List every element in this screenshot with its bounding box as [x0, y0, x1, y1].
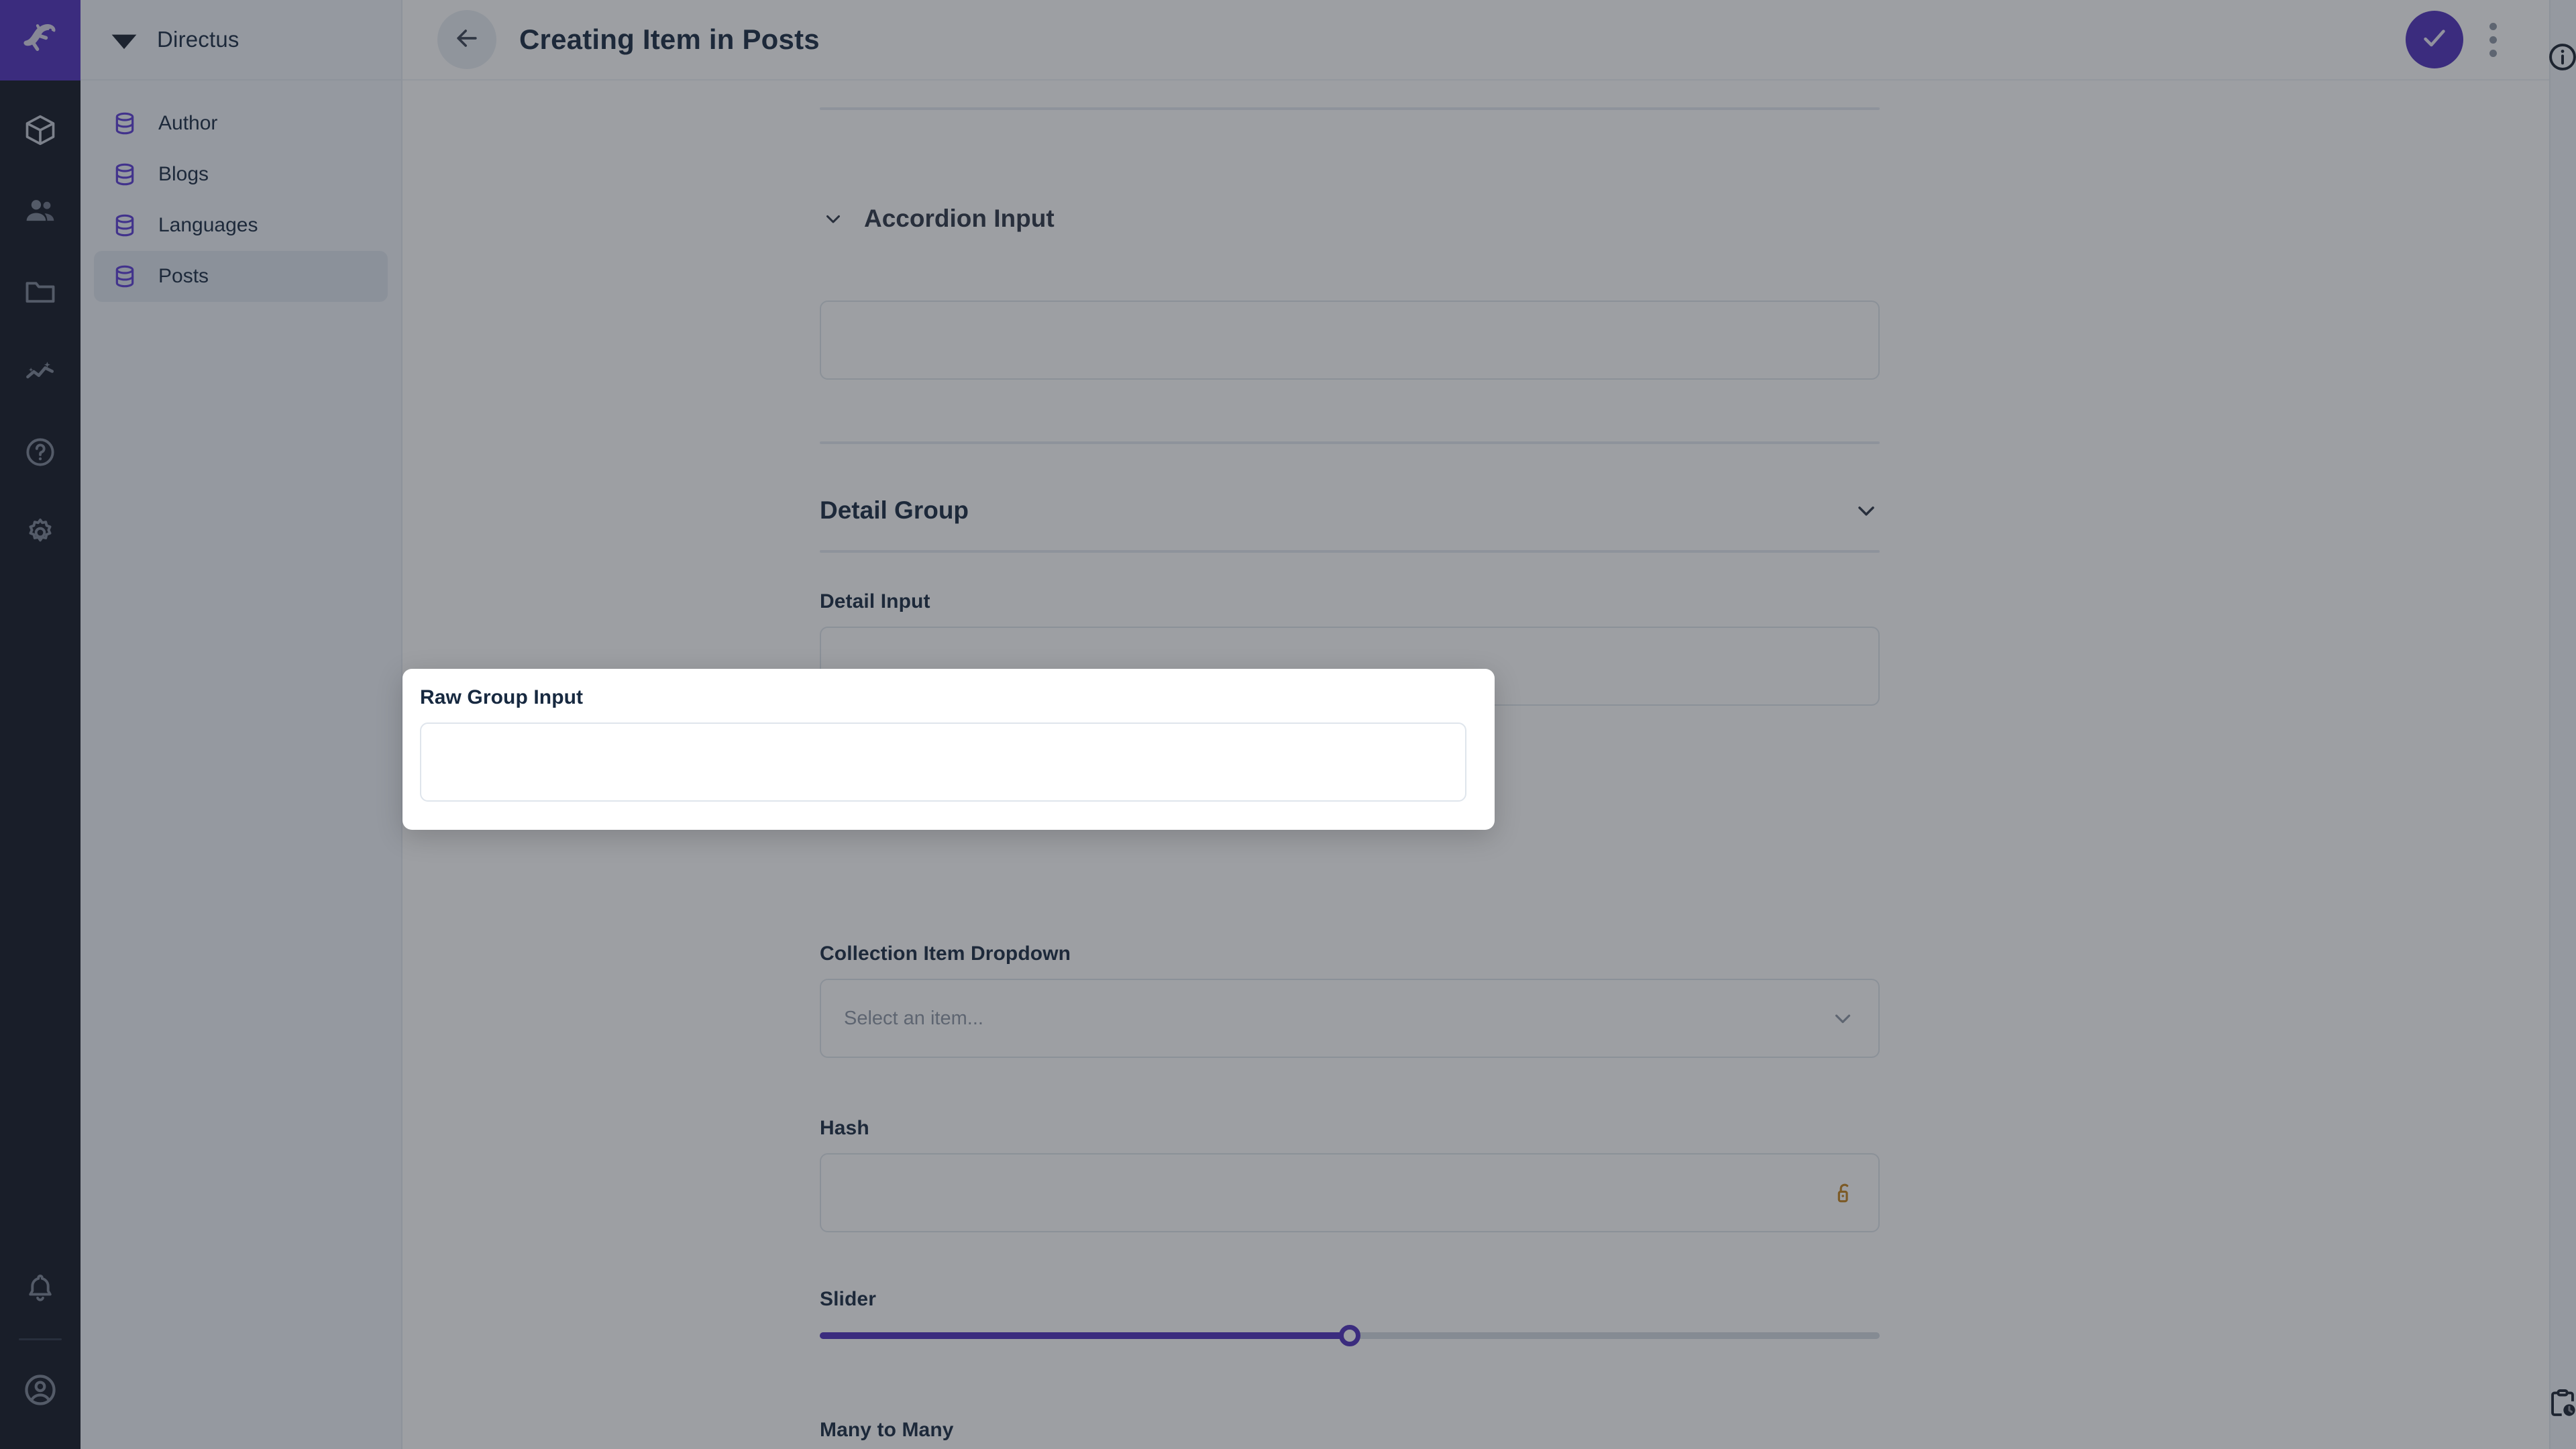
sidebar-item-blogs[interactable]: Blogs	[94, 149, 388, 200]
detail-group-title: Detail Group	[820, 496, 969, 525]
back-button[interactable]	[437, 10, 496, 69]
sidebar-item-label: Author	[158, 112, 217, 135]
field-hash: Hash	[820, 1117, 1880, 1232]
directus-diamond-icon	[109, 23, 140, 57]
module-item-files[interactable]	[0, 251, 80, 331]
module-item-settings[interactable]	[0, 492, 80, 573]
sidebar-item-languages[interactable]: Languages	[94, 200, 388, 251]
section-divider-accordion	[820, 441, 1880, 444]
collection-item-dropdown[interactable]: Select an item...	[820, 979, 1880, 1058]
module-icon-list	[0, 80, 80, 573]
slider-fill	[820, 1332, 1350, 1339]
collection-item-dropdown-placeholder: Select an item...	[844, 1008, 983, 1030]
detail-input-label: Detail Input	[820, 590, 1880, 613]
brand-logo-tile[interactable]	[0, 0, 80, 80]
arrow-left-icon	[452, 23, 482, 56]
navigation-sidebar: Directus Author	[80, 0, 402, 1449]
many-to-many-label: Many to Many	[820, 1419, 1880, 1442]
account-avatar[interactable]	[0, 1350, 80, 1430]
section-divider-top	[820, 107, 1880, 110]
page-title: Creating Item in Posts	[519, 23, 820, 56]
slider-label: Slider	[820, 1288, 1880, 1311]
hash-label: Hash	[820, 1117, 1880, 1140]
directus-rabbit-logo	[19, 17, 62, 64]
accordion-group-header[interactable]: Accordion Input	[820, 205, 1880, 233]
module-item-users[interactable]	[0, 170, 80, 251]
sidebar-item-author[interactable]: Author	[94, 98, 388, 149]
module-item-docs[interactable]	[0, 412, 80, 492]
sidebar-item-label: Posts	[158, 265, 209, 288]
check-icon	[2419, 23, 2450, 57]
section-divider-detail-group	[820, 550, 1880, 553]
sidebar-item-label: Languages	[158, 214, 258, 237]
sidebar-header[interactable]: Directus	[80, 0, 401, 80]
database-icon	[110, 211, 140, 240]
clipboard-clock-icon	[2545, 1413, 2576, 1424]
database-icon	[110, 160, 140, 189]
accordion-input[interactable]	[820, 301, 1880, 380]
more-options-button[interactable]	[2474, 11, 2512, 68]
notifications-button[interactable]	[0, 1248, 80, 1329]
sidebar-title: Directus	[157, 27, 239, 52]
module-item-insights[interactable]	[0, 331, 80, 412]
directus-app: Directus Author	[0, 0, 2576, 1449]
save-button[interactable]	[2406, 11, 2463, 68]
field-accordion-input	[820, 301, 1880, 380]
field-many-to-many: Many to Many No items	[820, 1419, 1880, 1449]
info-sidebar-toggle[interactable]	[2546, 40, 2576, 77]
module-bottom-group	[0, 1248, 80, 1449]
revision-history-button[interactable]	[2545, 1387, 2576, 1425]
content-header: Creating Item in Posts	[402, 0, 2549, 80]
module-item-content[interactable]	[0, 90, 80, 170]
database-icon	[110, 109, 140, 138]
collection-item-dropdown-label: Collection Item Dropdown	[820, 943, 1880, 965]
info-circle-icon	[2546, 65, 2576, 76]
collection-nav-list: Author Blogs	[80, 80, 401, 302]
rail-divider	[19, 1338, 62, 1340]
chevron-down-icon	[1830, 1006, 1856, 1031]
right-sidebar	[2549, 0, 2576, 1449]
accordion-group-title: Accordion Input	[864, 205, 1055, 233]
sidebar-item-posts[interactable]: Posts	[94, 251, 388, 302]
lock-open-icon[interactable]	[1830, 1180, 1856, 1205]
chevron-down-icon	[820, 205, 847, 232]
detail-group-header[interactable]: Detail Group	[820, 496, 1880, 525]
chevron-down-icon	[1853, 497, 1880, 524]
kebab-menu-icon	[2489, 23, 2497, 30]
raw-group-input[interactable]	[420, 722, 1466, 802]
raw-group-input-spotlight-card: Raw Group Input	[402, 669, 1495, 830]
slider-thumb[interactable]	[1339, 1325, 1360, 1346]
raw-group-input-label: Raw Group Input	[420, 686, 1466, 709]
field-collection-item-dropdown: Collection Item Dropdown Select an item.…	[820, 943, 1880, 1058]
field-slider: Slider	[820, 1288, 1880, 1346]
module-bar	[0, 0, 80, 1449]
sidebar-item-label: Blogs	[158, 163, 209, 186]
slider-control[interactable]	[820, 1326, 1880, 1346]
database-icon	[110, 262, 140, 291]
hash-input[interactable]	[820, 1153, 1880, 1232]
